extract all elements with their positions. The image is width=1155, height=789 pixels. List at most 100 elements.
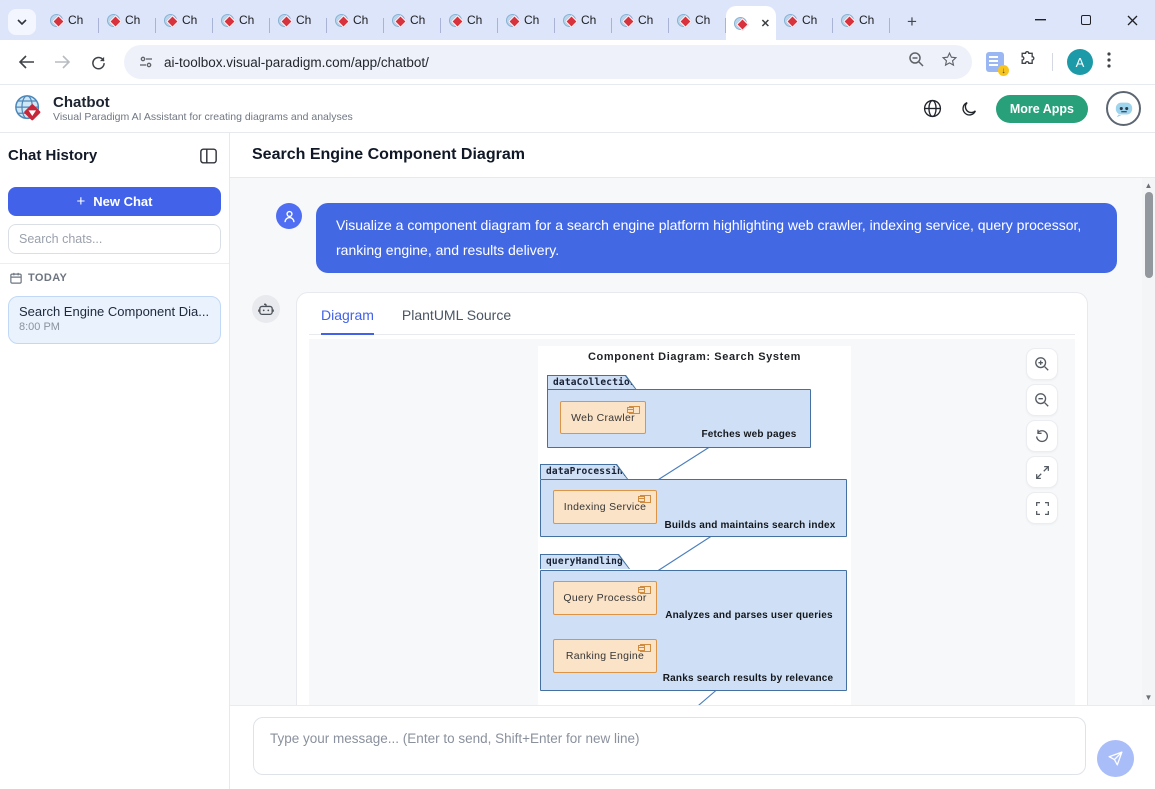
maximize-button[interactable] [1063,0,1109,40]
chat-scrollbar[interactable]: ▲ ▼ [1142,178,1155,705]
page-title: Search Engine Component Diagram [252,146,525,164]
more-apps-button[interactable]: More Apps [996,95,1088,123]
app-title: Chatbot [53,94,353,111]
tab-divider [889,18,890,33]
visual-paradigm-favicon [50,14,63,27]
component-web-crawler: Web Crawler [560,401,646,434]
visual-paradigm-favicon [392,14,405,27]
app-title-block: Chatbot Visual Paradigm AI Assistant for… [53,94,353,123]
collapse-sidebar-icon[interactable] [200,148,217,164]
sidebar-title: Chat History [8,147,97,164]
assistant-avatar [252,295,280,323]
tab-label: Ch [581,13,596,27]
toolbar-divider [1052,53,1053,71]
forward-button[interactable] [47,47,77,77]
message-input[interactable] [253,717,1086,775]
browser-tab[interactable]: Ch [498,5,554,35]
browser-tab[interactable]: Ch [327,5,383,35]
user-avatar [276,203,302,229]
close-icon [1127,15,1138,26]
send-button[interactable] [1097,740,1134,777]
scroll-down-icon[interactable]: ▼ [1142,691,1155,704]
search-chats-input[interactable] [8,224,221,254]
visual-paradigm-favicon [506,14,519,27]
url-text[interactable]: ai-toolbox.visual-paradigm.com/app/chatb… [164,55,908,70]
browser-tab[interactable]: Ch [669,5,725,35]
close-window-button[interactable] [1109,0,1155,40]
browser-tab[interactable]: Ch [270,5,326,35]
bookmark-star-icon[interactable] [941,51,958,73]
browser-tab[interactable]: Ch [555,5,611,35]
omnibox[interactable]: ai-toolbox.visual-paradigm.com/app/chatb… [124,45,972,79]
tab-label: Ch [638,13,653,27]
browser-tab[interactable]: Ch [441,5,497,35]
component-icon [640,586,651,594]
robot-icon [258,302,274,317]
browser-window: ChChChChChChChChChChChCh ✕ ChCh + ai-too… [0,0,1155,789]
reload-button[interactable] [83,47,113,77]
extensions-icon[interactable] [1018,50,1038,75]
result-tabbar: Diagram PlantUML Source [309,293,1075,335]
language-globe-icon[interactable] [923,99,942,118]
dark-mode-moon-icon[interactable] [960,100,978,118]
back-button[interactable] [11,47,41,77]
component-ranking-engine: Ranking Engine [553,639,657,673]
browser-tab-active[interactable]: ✕ [726,6,776,40]
chatbot-widget-icon[interactable] [1106,91,1141,126]
minimize-icon [1035,19,1046,21]
tab-search-button[interactable] [8,9,36,35]
tab-diagram[interactable]: Diagram [321,307,374,335]
tab-label: Ch [125,13,140,27]
reset-view-button[interactable] [1026,420,1058,452]
tab-label: Ch [353,13,368,27]
browser-tab[interactable]: Ch [156,5,212,35]
tab-label: Ch [695,13,710,27]
interface-label: Ranks search results by relevance [638,673,858,684]
zoom-out-button[interactable] [1026,384,1058,416]
interface-label: Builds and maintains search index [640,520,860,531]
tab-close-icon[interactable]: ✕ [761,17,770,30]
interface-label: Analyzes and parses user queries [639,610,859,621]
tab-label: Ch [802,13,817,27]
toolbar-right: A [986,49,1111,75]
assistant-answer-card: Diagram PlantUML Source Component Diagra… [296,292,1088,705]
forward-icon [54,55,71,69]
browser-tab[interactable]: Ch [42,5,98,35]
chat-area: Visualize a component diagram for a sear… [230,178,1155,705]
reading-list-icon[interactable] [986,52,1004,72]
visual-paradigm-favicon [278,14,291,27]
browser-tab[interactable]: Ch [384,5,440,35]
visual-paradigm-favicon [335,14,348,27]
visual-paradigm-favicon [221,14,234,27]
browser-tab[interactable]: Ch [776,5,832,35]
new-chat-button[interactable]: + New Chat [8,187,221,216]
scroll-up-icon[interactable]: ▲ [1142,179,1155,192]
tab-plantuml-source[interactable]: PlantUML Source [402,307,511,334]
chat-history-item[interactable]: Search Engine Component Dia... 8:00 PM [8,296,221,344]
package-tab-datacollection: dataCollection [547,375,637,390]
visual-paradigm-favicon [784,14,797,27]
scrollbar-thumb[interactable] [1145,192,1153,278]
site-info-icon[interactable] [138,54,154,70]
zoom-in-button[interactable] [1026,348,1058,380]
diagram-viewer[interactable]: Component Diagram: Search System [309,339,1075,705]
minimize-button[interactable] [1017,0,1063,40]
calendar-icon [10,272,22,284]
browser-tab[interactable]: Ch [833,5,889,35]
visual-paradigm-favicon [734,17,747,30]
browser-menu-icon[interactable] [1107,52,1111,72]
component-icon [629,406,640,414]
diagram-title: Component Diagram: Search System [538,351,851,363]
browser-tab[interactable]: Ch [612,5,668,35]
expand-button[interactable] [1026,456,1058,488]
zoom-page-icon[interactable] [908,51,925,73]
browser-tab[interactable]: Ch [213,5,269,35]
browser-tab[interactable]: Ch [99,5,155,35]
composer [230,705,1155,789]
component-icon [640,495,651,503]
browser-tabstrip: ChChChChChChChChChChChCh ✕ ChCh + [0,0,1155,40]
fullscreen-button[interactable] [1026,492,1058,524]
new-tab-button[interactable]: + [900,12,924,32]
profile-avatar[interactable]: A [1067,49,1093,75]
visual-paradigm-favicon [563,14,576,27]
